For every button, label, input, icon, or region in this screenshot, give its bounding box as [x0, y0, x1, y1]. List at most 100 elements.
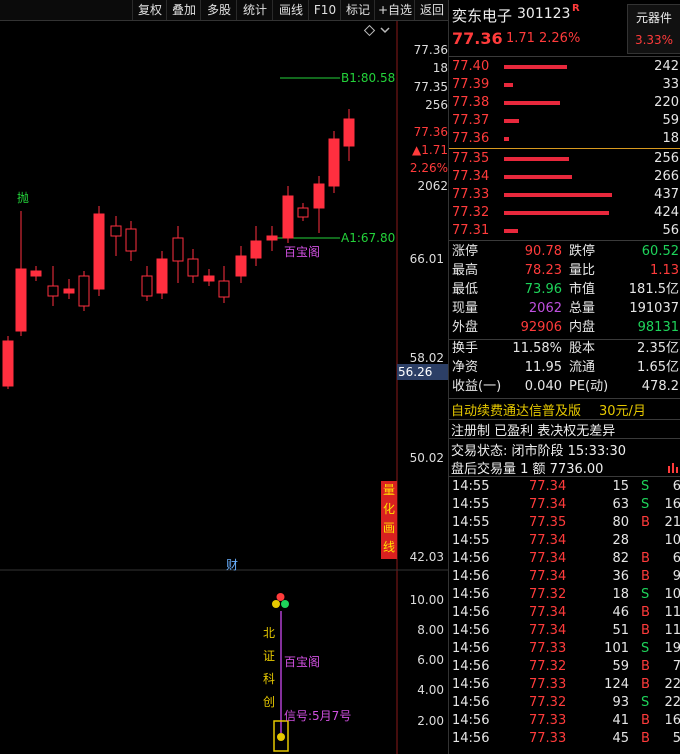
chevron-down-icon[interactable] [380, 27, 390, 34]
tick-count: 22 [664, 695, 680, 710]
candle-body [235, 255, 247, 277]
b1-label: B1:80.58 [341, 71, 396, 85]
sector-box[interactable]: 元器件 3.33% [627, 4, 680, 54]
candle-body [93, 213, 105, 290]
tick-volume: 18 [612, 587, 629, 602]
tick-count: 7 [672, 659, 680, 674]
ad-text[interactable]: 自动续费通达信普及版 [451, 400, 581, 419]
tick-price: 77.33 [529, 641, 567, 656]
price-axis-label: 58.02 [409, 351, 444, 365]
tick-time: 14:55 [452, 515, 490, 530]
stat-label: 现量 [452, 301, 479, 316]
order-book-row[interactable]: 77.36 18 [449, 130, 680, 148]
order-price: 77.31 [452, 223, 490, 238]
candle-body [156, 258, 168, 294]
order-volume-bar [504, 83, 513, 87]
order-book-row[interactable]: 77.31 56 [449, 222, 680, 240]
tick-time: 14:56 [452, 695, 490, 710]
order-book-row[interactable]: 77.37 59 [449, 112, 680, 130]
stat-value: 78.23 [524, 263, 562, 278]
order-book-row[interactable]: 77.32 424 [449, 204, 680, 222]
lower-axis-label: 2.00 [417, 714, 444, 728]
tick-time: 14:55 [452, 479, 490, 494]
tick-count: 19 [664, 641, 680, 656]
tick-volume: 28 [612, 533, 629, 548]
order-book-row[interactable]: 77.34 266 [449, 168, 680, 186]
finance-marker[interactable]: 财 [226, 556, 238, 573]
order-book-row[interactable]: 77.33 437 [449, 186, 680, 204]
tick-count: 22 [664, 677, 680, 692]
order-book-row[interactable]: 77.39 33 [449, 76, 680, 94]
stat-value: 11.95 [524, 360, 562, 375]
candle-body [125, 228, 137, 252]
stat-label: 收益(一) [452, 379, 502, 394]
tick-price: 77.32 [529, 695, 567, 710]
tick-side: B [641, 659, 650, 674]
toolbar-mark-button[interactable]: 标记 [340, 0, 375, 20]
tick-price: 77.34 [529, 533, 567, 548]
candle-body [2, 340, 14, 387]
order-volume-bar [504, 229, 518, 233]
tick-time: 14:56 [452, 587, 490, 602]
toolbar-fuquan-button[interactable]: 复权 [132, 0, 167, 20]
order-book-row[interactable]: 77.38 220 [449, 94, 680, 112]
order-price: 77.36 [452, 131, 490, 146]
tick-price: 77.34 [529, 605, 567, 620]
tick-time: 14:56 [452, 713, 490, 728]
order-price: 77.40 [452, 59, 490, 74]
order-book-row[interactable]: 77.35 256 [449, 150, 680, 168]
tick-row: 14:56 77.32 18 S 10 [449, 586, 680, 604]
order-price: 77.33 [452, 187, 490, 202]
order-volume: 18 [662, 131, 679, 146]
tick-price: 77.34 [529, 497, 567, 512]
sector-pct: 3.33% [634, 33, 674, 47]
toolbar-draw-button[interactable]: 画线 [272, 0, 309, 20]
tick-row: 14:55 77.35 80 B 21 [449, 514, 680, 532]
axis-change-pct: 2.26% [409, 161, 448, 175]
signal-date-label: 信号:5月7号 [284, 709, 352, 723]
lower-baobao-label: 百宝阁 [284, 655, 321, 669]
tick-row: 14:55 77.34 63 S 16 [449, 496, 680, 514]
tick-price: 77.32 [529, 659, 567, 674]
toolbar-stats-button[interactable]: 统计 [236, 0, 273, 20]
price-axis-label: 42.03 [409, 550, 444, 564]
trade-status: 交易状态: 闭市阶段 15:33:30 [451, 444, 627, 459]
candle-body [187, 258, 199, 277]
tick-row: 14:55 77.34 15 S 6 [449, 478, 680, 496]
price-axis-label: 66.01 [409, 252, 444, 266]
toolbar-f10-button[interactable]: F10 [308, 0, 341, 20]
axis-top-price2: 77.35 [413, 80, 448, 94]
diamond-icon[interactable] [363, 24, 376, 37]
tick-volume: 41 [612, 713, 629, 728]
price-change-pct: 2.26% [539, 31, 581, 46]
tick-volume: 59 [612, 659, 629, 674]
tick-side: B [641, 623, 650, 638]
bar-chart-icon[interactable] [668, 461, 680, 473]
toolbar-multistock-button[interactable]: 多股 [200, 0, 237, 20]
tick-volume: 63 [612, 497, 629, 512]
tick-side: S [641, 587, 650, 602]
order-volume: 266 [654, 169, 679, 184]
toolbar-back-button[interactable]: 返回 [414, 0, 449, 20]
tick-price: 77.34 [529, 623, 567, 638]
stat-label: 市值 [569, 282, 596, 297]
lower-axis-label: 6.00 [417, 653, 444, 667]
tick-price: 77.34 [529, 551, 567, 566]
tick-volume: 51 [612, 623, 629, 638]
after-hours-volume: 盘后交易量 1 额 7736.00 [451, 462, 604, 477]
current-price-label: 56.26 [398, 365, 433, 379]
tick-side: B [641, 551, 650, 566]
tick-volume: 36 [612, 569, 629, 584]
candle-body [30, 270, 42, 277]
ad-price[interactable]: 30元/月 [599, 400, 646, 419]
stat-value: 60.52 [641, 244, 679, 259]
toolbar-overlay-button[interactable]: 叠加 [166, 0, 201, 20]
stat-value: 92906 [520, 320, 562, 335]
candle-body [15, 268, 27, 332]
order-book-row[interactable]: 77.40 242 [449, 58, 680, 76]
kline-chart[interactable] [0, 21, 448, 754]
axis-top-vol2: 256 [425, 98, 448, 112]
toolbar-add-watch-button[interactable]: +自选 [374, 0, 415, 20]
quant-draw-button[interactable]: 量化画线 [381, 481, 397, 559]
tick-row: 14:56 77.34 36 B 9 [449, 568, 680, 586]
